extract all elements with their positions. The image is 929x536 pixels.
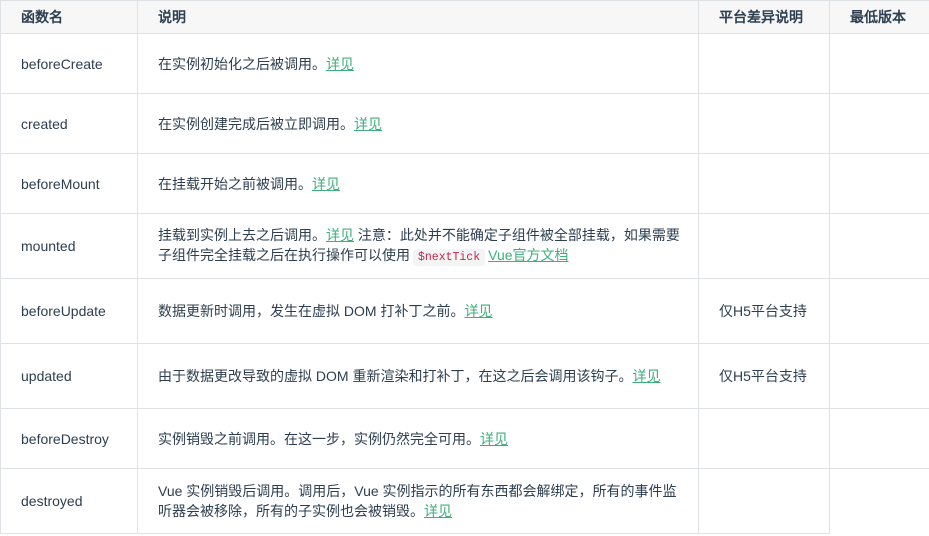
header-min-version: 最低版本 — [829, 0, 929, 34]
version-cell — [829, 278, 929, 344]
version-cell — [829, 343, 929, 409]
platform-cell: 仅H5平台支持 — [698, 343, 830, 409]
table-row: created 在实例创建完成后被立即调用。详见 — [0, 93, 929, 154]
vue-docs-link[interactable]: Vue官方文档 — [488, 247, 568, 263]
see-details-link[interactable]: 详见 — [326, 56, 354, 72]
description-cell: 在实例初始化之后被调用。详见 — [137, 33, 699, 94]
platform-cell: 仅H5平台支持 — [698, 278, 830, 344]
platform-cell — [698, 408, 830, 469]
description-cell: 数据更新时调用，发生在虚拟 DOM 打补丁之前。详见 — [137, 278, 699, 344]
function-name: destroyed — [0, 468, 138, 534]
description-text: 挂载到实例上去之后调用。 — [158, 226, 326, 243]
table-header-row: 函数名 说明 平台差异说明 最低版本 — [0, 0, 929, 34]
platform-cell — [698, 213, 830, 279]
table-row: beforeDestroy 实例销毁之前调用。在这一步，实例仍然完全可用。详见 — [0, 408, 929, 469]
table-row: beforeCreate 在实例初始化之后被调用。详见 — [0, 33, 929, 94]
version-cell — [829, 213, 929, 279]
platform-cell — [698, 33, 830, 94]
see-details-link[interactable]: 详见 — [632, 368, 660, 384]
description-cell: 在实例创建完成后被立即调用。详见 — [137, 93, 699, 154]
header-function-name: 函数名 — [0, 0, 138, 34]
see-details-link[interactable]: 详见 — [354, 116, 382, 132]
see-details-link[interactable]: 详见 — [326, 227, 354, 243]
lifecycle-table: 函数名 说明 平台差异说明 最低版本 beforeCreate 在实例初始化之后… — [0, 0, 929, 534]
description-text: 实例销毁之前调用。在这一步，实例仍然完全可用。 — [158, 430, 480, 447]
description-text: 在实例创建完成后被立即调用。 — [158, 115, 354, 132]
description-cell: Vue 实例销毁后调用。调用后，Vue 实例指示的所有东西都会解绑定，所有的事件… — [137, 468, 699, 534]
table-row: beforeMount 在挂载开始之前被调用。详见 — [0, 153, 929, 214]
see-details-link[interactable]: 详见 — [312, 176, 340, 192]
function-name: beforeDestroy — [0, 408, 138, 469]
header-description: 说明 — [137, 0, 699, 34]
description-cell: 由于数据更改导致的虚拟 DOM 重新渲染和打补丁，在这之后会调用该钩子。详见 — [137, 343, 699, 409]
table-row: updated 由于数据更改导致的虚拟 DOM 重新渲染和打补丁，在这之后会调用… — [0, 343, 929, 409]
description-cell: 挂载到实例上去之后调用。详见 注意：此处并不能确定子组件被全部挂载，如果需要子组… — [137, 213, 699, 279]
platform-cell — [698, 153, 830, 214]
version-cell — [829, 93, 929, 154]
description-text: 由于数据更改导致的虚拟 DOM 重新渲染和打补丁，在这之后会调用该钩子。 — [158, 368, 633, 384]
platform-cell — [698, 93, 830, 154]
version-cell — [829, 153, 929, 214]
table-row: beforeUpdate 数据更新时调用，发生在虚拟 DOM 打补丁之前。详见 … — [0, 278, 929, 344]
version-cell — [829, 33, 929, 94]
function-name: created — [0, 93, 138, 154]
header-platform: 平台差异说明 — [698, 0, 830, 34]
function-name: mounted — [0, 213, 138, 279]
function-name: beforeCreate — [0, 33, 138, 94]
function-name: beforeMount — [0, 153, 138, 214]
see-details-link[interactable]: 详见 — [424, 503, 452, 519]
description-text: 数据更新时调用，发生在虚拟 DOM 打补丁之前。 — [158, 303, 465, 319]
description-text: 在实例初始化之后被调用。 — [158, 55, 326, 72]
table-row: destroyed Vue 实例销毁后调用。调用后，Vue 实例指示的所有东西都… — [0, 468, 929, 534]
platform-cell — [698, 468, 830, 534]
see-details-link[interactable]: 详见 — [480, 431, 508, 447]
version-cell — [829, 468, 929, 534]
description-cell: 在挂载开始之前被调用。详见 — [137, 153, 699, 214]
function-name: updated — [0, 343, 138, 409]
version-cell — [829, 408, 929, 469]
function-name: beforeUpdate — [0, 278, 138, 344]
see-details-link[interactable]: 详见 — [464, 303, 492, 319]
table-row: mounted 挂载到实例上去之后调用。详见 注意：此处并不能确定子组件被全部挂… — [0, 213, 929, 279]
description-text: Vue 实例销毁后调用。调用后，Vue 实例指示的所有东西都会解绑定，所有的事件… — [158, 483, 677, 519]
description-text: 在挂载开始之前被调用。 — [158, 175, 312, 192]
nexttick-code: $nextTick — [413, 248, 486, 266]
description-cell: 实例销毁之前调用。在这一步，实例仍然完全可用。详见 — [137, 408, 699, 469]
